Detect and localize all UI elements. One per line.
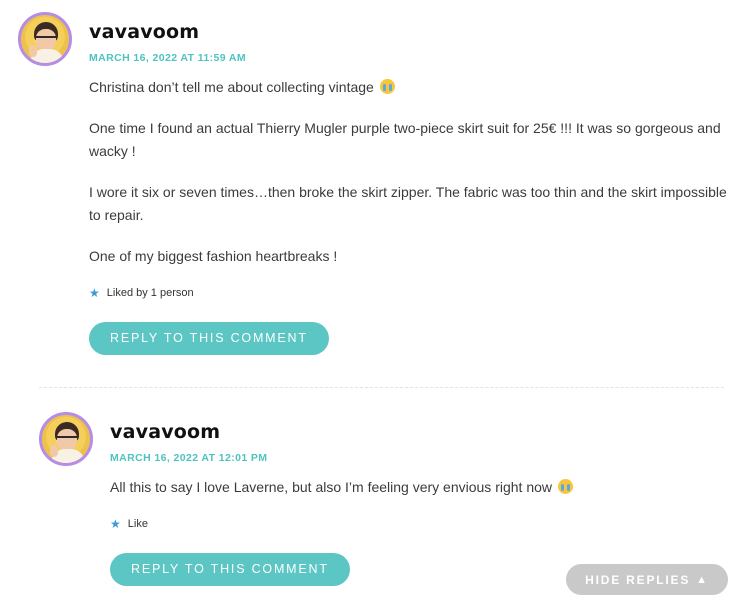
comment-paragraph: One time I found an actual Thierry Mugle… — [89, 120, 721, 159]
comment-paragraph: All this to say I love Laverne, but also… — [110, 476, 730, 499]
comment-author[interactable]: vavavoom — [89, 21, 729, 43]
like-text[interactable]: Liked by 1 person — [107, 287, 194, 299]
triangle-up-icon: ▲ — [696, 573, 709, 586]
comment-content: vavavoom MARCH 16, 2022 AT 11:59 AM Chri… — [89, 12, 729, 355]
hide-replies-button[interactable]: HIDE REPLIES ▲ — [566, 564, 728, 595]
comment-body: Christina don’t tell me about collecting… — [89, 76, 729, 268]
comment-paragraph: One of my biggest fashion heartbreaks ! — [89, 248, 338, 264]
avatar[interactable] — [39, 412, 93, 466]
comment-divider — [39, 387, 724, 388]
like-button[interactable]: Like — [128, 518, 148, 530]
like-row[interactable]: ★ Liked by 1 person — [89, 286, 729, 300]
star-icon: ★ — [110, 517, 121, 531]
crying-face-emoji-icon — [379, 79, 395, 94]
comment-paragraph: I wore it six or seven times…then broke … — [89, 184, 727, 223]
reply-button[interactable]: REPLY TO THIS COMMENT — [110, 553, 350, 586]
crying-face-emoji-icon — [557, 479, 573, 494]
comment-body: All this to say I love Laverne, but also… — [110, 476, 730, 499]
comment-paragraph: Christina don’t tell me about collecting… — [89, 76, 729, 99]
hide-replies-label: HIDE REPLIES — [585, 572, 691, 587]
like-row[interactable]: ★ Like — [110, 517, 730, 531]
comment-content: vavavoom MARCH 16, 2022 AT 12:01 PM All … — [110, 412, 730, 586]
star-icon: ★ — [89, 286, 100, 300]
avatar[interactable] — [18, 12, 72, 66]
comment-author[interactable]: vavavoom — [110, 421, 730, 443]
reply-button[interactable]: REPLY TO THIS COMMENT — [89, 322, 329, 355]
comment-timestamp[interactable]: MARCH 16, 2022 AT 11:59 AM — [89, 52, 729, 64]
comment-timestamp[interactable]: MARCH 16, 2022 AT 12:01 PM — [110, 452, 730, 464]
